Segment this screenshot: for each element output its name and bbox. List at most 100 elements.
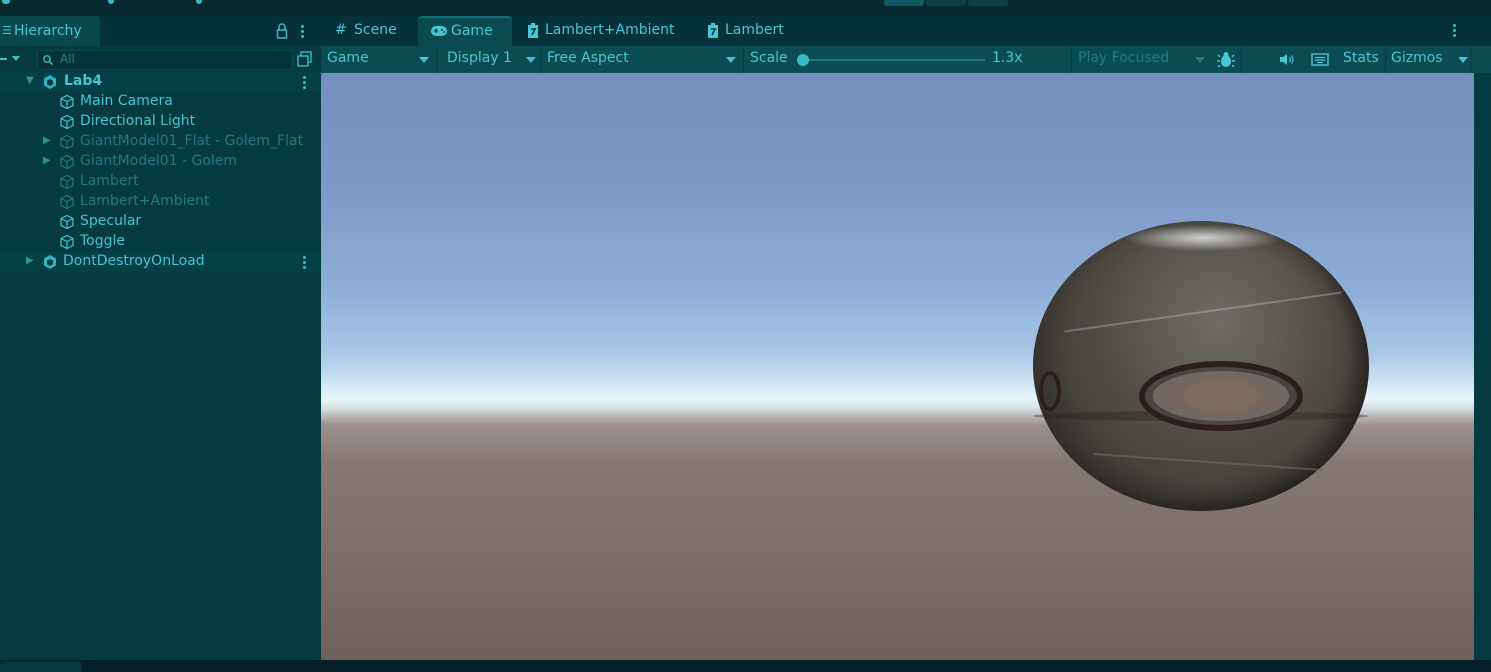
- tab-label: Game: [451, 23, 493, 39]
- scene-row-lab4[interactable]: ▼ Lab4: [0, 72, 321, 92]
- tab-lambert-ambient[interactable]: Lambert+Ambient: [519, 16, 684, 46]
- bug-icon[interactable]: [1217, 50, 1235, 69]
- list-item[interactable]: Toggle: [0, 232, 321, 252]
- hierarchy-panel: ☰ Hierarchy All ▼ Lab4 Main Camera Direc…: [0, 16, 321, 660]
- gameobject-cube-icon: [60, 154, 74, 170]
- tab-label: Lambert+Ambient: [545, 22, 675, 38]
- unity-scene-icon: [44, 75, 56, 89]
- chevron-down-icon[interactable]: [726, 57, 736, 63]
- gamepad-icon: [431, 26, 447, 36]
- list-item[interactable]: ▶ GiantModel01_Flat - Golem_Flat: [0, 132, 321, 152]
- aspect-dropdown[interactable]: Free Aspect: [547, 50, 629, 66]
- gameobject-cube-icon: [60, 174, 74, 190]
- gameobject-label: Lambert: [80, 173, 139, 189]
- toolbar-divider: [436, 46, 437, 73]
- marble-vein: [1064, 291, 1342, 333]
- marble-vein: [1093, 452, 1323, 472]
- hierarchy-tree: ▼ Lab4 Main Camera Directional Light ▶ G…: [0, 72, 321, 272]
- gameobject-label: Specular: [80, 213, 142, 229]
- pause-button[interactable]: [926, 0, 966, 6]
- toolbar-divider: [1071, 46, 1072, 73]
- chevron-down-icon[interactable]: [1458, 57, 1468, 63]
- bottom-panel-tab[interactable]: [0, 662, 82, 672]
- gameobject-label: Lambert+Ambient: [80, 193, 210, 209]
- view-tabbar: # Scene Game Lambert+Ambient Lambert: [321, 16, 1491, 46]
- bottom-panel-tabbar: [0, 660, 1491, 672]
- list-item[interactable]: Lambert+Ambient: [0, 192, 321, 212]
- gameobject-cube-icon: [60, 94, 74, 110]
- scene-options-icon[interactable]: [303, 256, 307, 270]
- view-dropdown[interactable]: Game: [327, 50, 369, 66]
- scene-row-dontdestroyonload[interactable]: ▶ DontDestroyOnLoad: [0, 252, 321, 272]
- display-dropdown[interactable]: Display 1: [447, 50, 512, 66]
- scene-name: DontDestroyOnLoad: [63, 253, 205, 269]
- gameobject-cube-icon: [60, 134, 74, 150]
- chevron-down-icon[interactable]: [419, 57, 429, 63]
- tab-lambert[interactable]: Lambert: [699, 16, 799, 46]
- gizmos-button[interactable]: Gizmos: [1391, 50, 1443, 66]
- specular-highlight: [1123, 225, 1283, 251]
- tab-label: Lambert: [725, 22, 784, 38]
- list-item[interactable]: Directional Light: [0, 112, 321, 132]
- scene-options-icon[interactable]: [303, 76, 307, 90]
- expand-arrow-icon[interactable]: ▼: [26, 75, 34, 86]
- chevron-down-icon[interactable]: [526, 57, 536, 63]
- list-item[interactable]: Main Camera: [0, 92, 321, 112]
- gameobject-cube-icon: [60, 234, 74, 250]
- tab-scene[interactable]: # Scene: [321, 16, 415, 46]
- gameobject-label: GiantModel01_Flat - Golem_Flat: [80, 133, 304, 149]
- play-mode-dropdown[interactable]: Play Focused: [1078, 50, 1169, 66]
- expand-arrow-icon[interactable]: ▶: [43, 155, 51, 166]
- texture-ring-left: [1039, 371, 1061, 411]
- game-viewport[interactable]: [321, 73, 1474, 660]
- expand-arrow-icon[interactable]: ▶: [43, 135, 51, 146]
- tab-hierarchy[interactable]: ☰ Hierarchy: [0, 16, 100, 46]
- scale-slider-handle[interactable]: [797, 54, 809, 66]
- scale-value: 1.3x: [992, 50, 1023, 66]
- toolbar-divider: [1385, 46, 1386, 73]
- gameobject-cube-icon: [60, 114, 74, 130]
- panel-options-icon[interactable]: [1453, 24, 1457, 38]
- keyboard-icon[interactable]: [1311, 53, 1329, 66]
- play-button[interactable]: [884, 0, 924, 6]
- gameobject-cube-icon: [60, 214, 74, 230]
- shader-icon: [528, 23, 538, 38]
- stats-button[interactable]: Stats: [1343, 50, 1379, 66]
- hierarchy-search-input[interactable]: All: [37, 50, 293, 70]
- scale-label: Scale: [750, 50, 788, 66]
- shader-icon: [708, 23, 718, 38]
- tab-game[interactable]: Game: [418, 16, 512, 46]
- list-item[interactable]: Specular: [0, 212, 321, 232]
- collab-icon[interactable]: [196, 0, 202, 4]
- hierarchy-menu-icon: ☰: [2, 24, 12, 37]
- gameobject-label: Main Camera: [80, 93, 173, 109]
- plus-dropdown-icon: [0, 56, 20, 61]
- game-view-panel: # Scene Game Lambert+Ambient Lambert Gam…: [321, 16, 1491, 660]
- step-button[interactable]: [968, 0, 1008, 6]
- list-item[interactable]: Lambert: [0, 172, 321, 192]
- gameobject-cube-icon: [60, 194, 74, 210]
- account-icon[interactable]: [2, 0, 10, 4]
- search-placeholder: All: [60, 52, 75, 66]
- texture-ring-center: [1183, 379, 1261, 413]
- hierarchy-toolbar: All: [0, 46, 321, 72]
- search-icon: [43, 55, 54, 66]
- chevron-down-icon[interactable]: [1195, 57, 1205, 63]
- list-item[interactable]: ▶ GiantModel01 - Golem: [0, 152, 321, 172]
- unity-scene-icon: [44, 255, 56, 269]
- audio-icon[interactable]: [1279, 53, 1295, 66]
- scale-slider[interactable]: [803, 59, 985, 61]
- cloud-icon[interactable]: [108, 0, 114, 4]
- lock-icon[interactable]: [276, 22, 288, 40]
- grid-icon: #: [335, 22, 347, 38]
- rendered-sphere: [1033, 221, 1369, 511]
- hierarchy-options-icon[interactable]: [301, 25, 305, 39]
- scene-visibility-icon[interactable]: [296, 50, 314, 68]
- hierarchy-tab-label: Hierarchy: [14, 23, 82, 39]
- gameobject-label: Directional Light: [80, 113, 196, 129]
- create-dropdown[interactable]: [0, 50, 24, 68]
- main-toolbar: [0, 0, 1491, 16]
- expand-arrow-icon[interactable]: ▶: [26, 255, 34, 266]
- toolbar-divider: [1241, 46, 1242, 73]
- toolbar-divider: [1470, 46, 1471, 73]
